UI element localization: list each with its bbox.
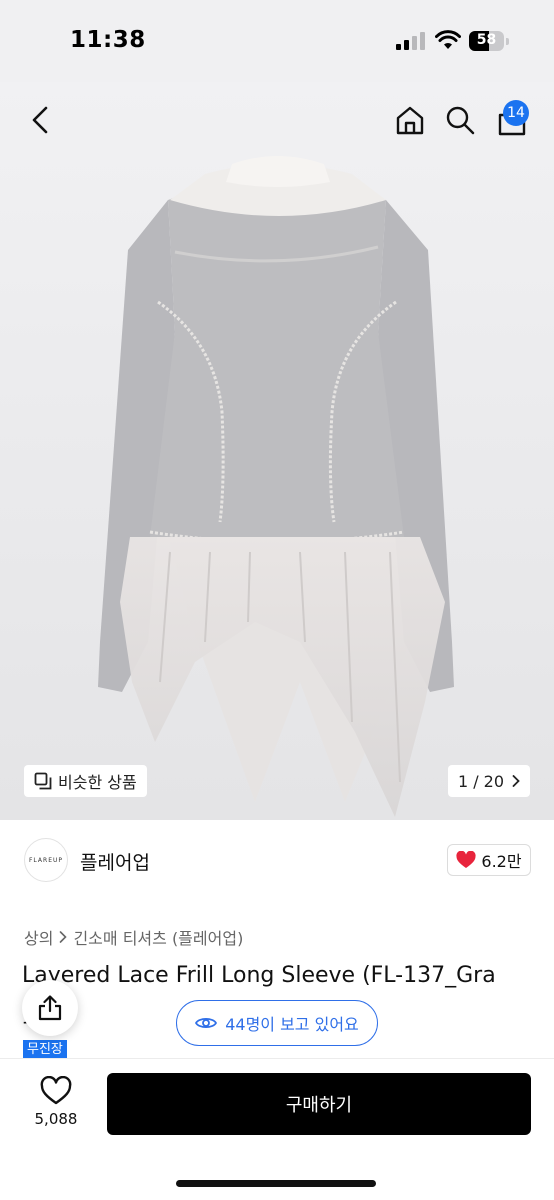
page-counter-text: 1 / 20	[457, 771, 505, 791]
product-title: Layered Lace Frill Long Sleeve (FL-137_G…	[22, 963, 496, 988]
buy-button[interactable]: 구매하기	[107, 1073, 531, 1135]
chevron-right-icon	[60, 931, 68, 943]
product-photo	[98, 156, 454, 817]
status-time: 11:38	[70, 27, 146, 53]
wifi-icon	[435, 30, 461, 49]
home-button[interactable]	[390, 100, 430, 140]
eye-icon	[195, 1017, 218, 1029]
similar-products-button[interactable]: 비슷한 상품	[24, 765, 147, 797]
brand-like-button[interactable]: 6.2만	[447, 844, 531, 876]
battery-percent: 58	[476, 32, 497, 48]
back-icon	[32, 106, 48, 134]
viewers-indicator: 44명이 보고 있어요	[176, 1000, 378, 1046]
brand-name[interactable]: 플레어업	[80, 848, 150, 875]
share-button[interactable]	[22, 980, 78, 1036]
breadcrumb: 상의 긴소매 티셔츠 (플레어업)	[24, 925, 243, 949]
image-page-counter[interactable]: 1 / 20	[448, 765, 530, 797]
wishlist-count: 5,088	[34, 1110, 78, 1128]
product-image[interactable]	[0, 82, 554, 820]
viewers-text: 44명이 보고 있어요	[225, 1015, 359, 1034]
battery-indicator: 58	[469, 30, 509, 52]
delivery-tag-badge: 무진장	[23, 1040, 67, 1060]
heart-icon	[456, 851, 476, 868]
similar-products-label: 비슷한 상품	[58, 773, 137, 792]
home-indicator	[176, 1180, 376, 1187]
brand-like-count: 6.2만	[481, 852, 522, 871]
signal-icon	[396, 32, 425, 50]
share-icon	[38, 995, 62, 1021]
back-button[interactable]	[22, 100, 58, 140]
breadcrumb-category[interactable]: 상의	[24, 925, 53, 949]
heart-icon[interactable]	[40, 1076, 72, 1106]
breadcrumb-subcategory[interactable]: 긴소매 티셔츠 (플레어업)	[73, 925, 243, 949]
similar-icon	[34, 772, 52, 790]
home-icon	[396, 106, 424, 135]
search-icon	[446, 106, 475, 135]
chevron-right-icon	[512, 775, 520, 787]
search-button[interactable]	[440, 100, 480, 140]
status-bar: 11:38 58	[0, 0, 554, 82]
cart-count-badge: 14	[503, 100, 529, 126]
brand-logo[interactable]: FLAREUP	[24, 838, 68, 882]
